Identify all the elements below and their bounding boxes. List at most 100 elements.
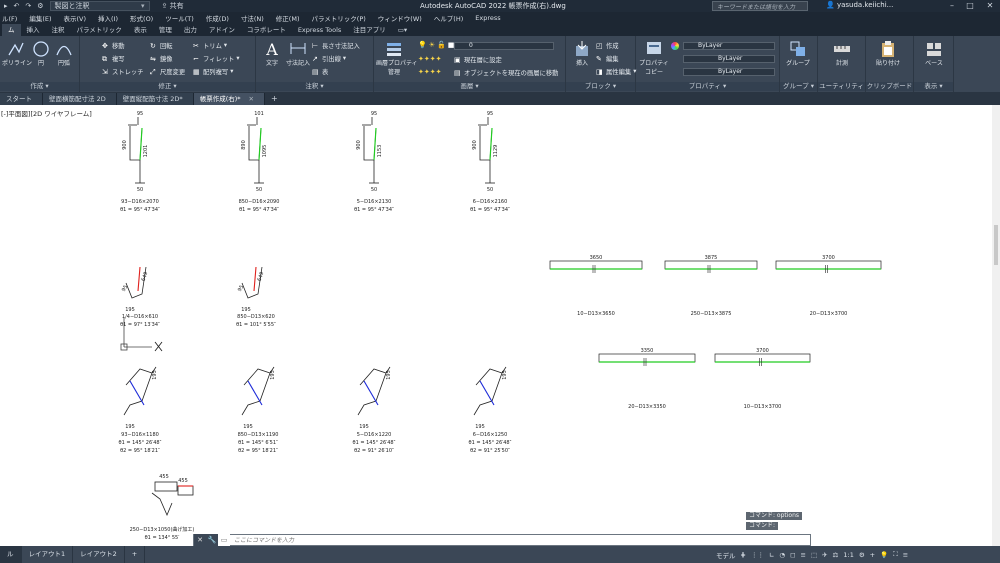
layout-tab-1[interactable]: レイアウト1: [22, 546, 74, 563]
tab-annotate[interactable]: 注釈: [46, 24, 71, 36]
tab-collaborate[interactable]: コラボレート: [241, 24, 292, 36]
layer-tools-row-2[interactable]: ✦✦✦✦: [418, 68, 441, 76]
match-properties-button[interactable]: プロパティ コピー: [638, 40, 670, 76]
menu-express[interactable]: Express: [475, 14, 500, 22]
insert-block-button[interactable]: 挿入: [568, 40, 596, 67]
ribbon-toggle-button[interactable]: ▭▾: [392, 24, 413, 36]
mirror-button[interactable]: ⇋ 鏡像: [150, 54, 173, 64]
scale-label[interactable]: 1:1: [843, 551, 853, 559]
panel-title-properties[interactable]: プロパティ ▾: [636, 82, 779, 91]
open-icon[interactable]: ▸: [4, 2, 8, 10]
tab-addins[interactable]: アドイン: [203, 24, 241, 36]
menu-tools[interactable]: ツール(T): [165, 13, 194, 23]
fillet-button[interactable]: ⌐ フィレット ▾: [193, 54, 240, 64]
gear-icon[interactable]: ⚙: [37, 2, 43, 10]
edit-attribute-button[interactable]: ◨ 属性編集 ▾: [596, 67, 636, 77]
layout-tab-model[interactable]: ル: [0, 546, 22, 563]
workspace-selector[interactable]: 製図と注釈 ▾: [49, 1, 150, 11]
tab-output[interactable]: 出力: [178, 24, 203, 36]
panel-title-block[interactable]: ブロック ▾: [566, 82, 635, 91]
menu-dimension[interactable]: 寸法(N): [241, 13, 264, 23]
grid-icon[interactable]: ⋕: [741, 551, 746, 559]
ortho-icon[interactable]: ∟: [769, 551, 774, 559]
panel-title-draw[interactable]: 作成 ▾: [0, 82, 79, 91]
menu-help[interactable]: ヘルプ(H): [434, 13, 463, 23]
polyline-button[interactable]: ポリライン: [2, 40, 32, 67]
new-layout-button[interactable]: +: [125, 546, 146, 563]
panel-title-groups[interactable]: グループ ▾: [780, 82, 817, 91]
osnap-icon[interactable]: ◻: [790, 551, 795, 559]
panel-title-annotation[interactable]: 注釈 ▾: [256, 82, 373, 91]
menu-parametric[interactable]: パラメトリック(P): [311, 13, 365, 23]
tab-parametric[interactable]: パラメトリック: [71, 24, 128, 36]
layer-properties-button[interactable]: 画層プロパティ 管理: [376, 40, 418, 76]
tab-manage[interactable]: 管理: [153, 24, 178, 36]
polar-icon[interactable]: ◔: [779, 551, 785, 559]
panel-title-layers[interactable]: 画層 ▾: [374, 82, 565, 91]
layer-dropdown[interactable]: 0: [454, 42, 554, 50]
set-current-layer-button[interactable]: ▣ 現在層に設定: [454, 55, 502, 65]
paste-button[interactable]: 貼り付け: [874, 40, 902, 67]
file-tab-wall-vertical[interactable]: 壁面縦配筋寸法 2D*: [116, 93, 194, 105]
fullscreen-icon[interactable]: ⛶: [893, 550, 898, 559]
new-tab-button[interactable]: +: [265, 93, 284, 105]
trim-button[interactable]: ✂ トリム ▾: [193, 41, 227, 51]
lineweight-icon[interactable]: ≡: [800, 551, 805, 559]
table-button[interactable]: ▤ 表: [312, 67, 328, 77]
workspace-gear-icon[interactable]: ⚙: [859, 551, 865, 559]
tab-view[interactable]: 表示: [128, 24, 153, 36]
model-space-label[interactable]: モデル: [716, 550, 736, 560]
search-input[interactable]: キーワードまたは語句を入力: [712, 1, 808, 11]
menu-modify[interactable]: 修正(M): [276, 13, 300, 23]
tab-home[interactable]: ム: [2, 24, 21, 36]
group-button[interactable]: グループ: [784, 40, 812, 67]
tab-express-tools[interactable]: Express Tools: [292, 24, 347, 36]
linetype-dropdown[interactable]: ByLayer: [683, 55, 775, 63]
menu-draw[interactable]: 作成(D): [206, 13, 229, 23]
redo-icon[interactable]: ↷: [25, 2, 31, 10]
stretch-button[interactable]: ⇲ ストレッチ: [102, 67, 143, 77]
user-account[interactable]: 👤 yasuda.keiichi...: [826, 1, 893, 9]
customize-command-icon[interactable]: 🔧: [206, 534, 218, 546]
menu-format[interactable]: 形式(O): [130, 13, 153, 23]
panel-title-modify[interactable]: 修正 ▾: [80, 82, 255, 91]
selection-cycling-icon[interactable]: ⬚: [811, 551, 817, 559]
menu-file[interactable]: ル(F): [2, 13, 17, 23]
command-input[interactable]: [230, 536, 790, 544]
layout-tab-2[interactable]: レイアウト2: [73, 546, 125, 563]
menu-insert[interactable]: 挿入(I): [98, 13, 118, 23]
scrollbar-thumb[interactable]: [994, 225, 998, 265]
leader-button[interactable]: ↗ 引出線 ▾: [312, 54, 346, 64]
panel-title-utilities[interactable]: ユーティリティ ▾: [818, 82, 865, 99]
vertical-scrollbar[interactable]: [992, 105, 1000, 546]
menu-view[interactable]: 表示(V): [64, 13, 87, 23]
close-tab-icon[interactable]: ✕: [249, 95, 254, 103]
base-view-button[interactable]: ベース: [920, 40, 948, 67]
snap-icon[interactable]: ⋮⋮: [751, 551, 764, 559]
annotation-icon[interactable]: ✈: [822, 551, 827, 559]
minimize-button[interactable]: –: [944, 0, 960, 12]
maximize-button[interactable]: □: [962, 0, 978, 12]
move-button[interactable]: ✥ 移動: [102, 41, 125, 51]
color-dropdown[interactable]: ByLayer: [683, 42, 775, 50]
close-command-icon[interactable]: ✕: [194, 534, 206, 546]
array-button[interactable]: ▦ 配列複写 ▾: [193, 67, 233, 77]
layer-tools-row[interactable]: ✦✦✦✦: [418, 55, 441, 63]
arc-button[interactable]: 円弧: [50, 40, 78, 67]
file-tab-form-right[interactable]: 帳票作成(右)* ✕: [193, 93, 265, 105]
linear-dimension-button[interactable]: ⊢ 長さ寸法記入: [312, 41, 360, 51]
tab-insert[interactable]: 挿入: [21, 24, 46, 36]
file-tab-wall-horizontal[interactable]: 壁面横筋配寸法 2D: [43, 93, 117, 105]
dimension-button[interactable]: 寸法記入: [284, 40, 312, 67]
share-button[interactable]: ⇪ 共有: [162, 1, 184, 11]
isolate-icon[interactable]: 💡: [880, 551, 888, 559]
menu-window[interactable]: ウィンドウ(W): [378, 13, 422, 23]
color-wheel-icon[interactable]: [671, 42, 679, 50]
scale-button[interactable]: ⤢ 尺度変更: [150, 67, 185, 77]
layer-state-icons[interactable]: 💡 ☀ 🔓 ■: [418, 41, 454, 49]
tab-featured-apps[interactable]: 注目アプリ: [347, 24, 392, 36]
copy-button[interactable]: ⧉ 複写: [102, 54, 125, 64]
edit-block-button[interactable]: ✎ 編集: [596, 54, 619, 64]
undo-icon[interactable]: ↶: [14, 2, 20, 10]
create-block-button[interactable]: ◰ 作成: [596, 41, 619, 51]
